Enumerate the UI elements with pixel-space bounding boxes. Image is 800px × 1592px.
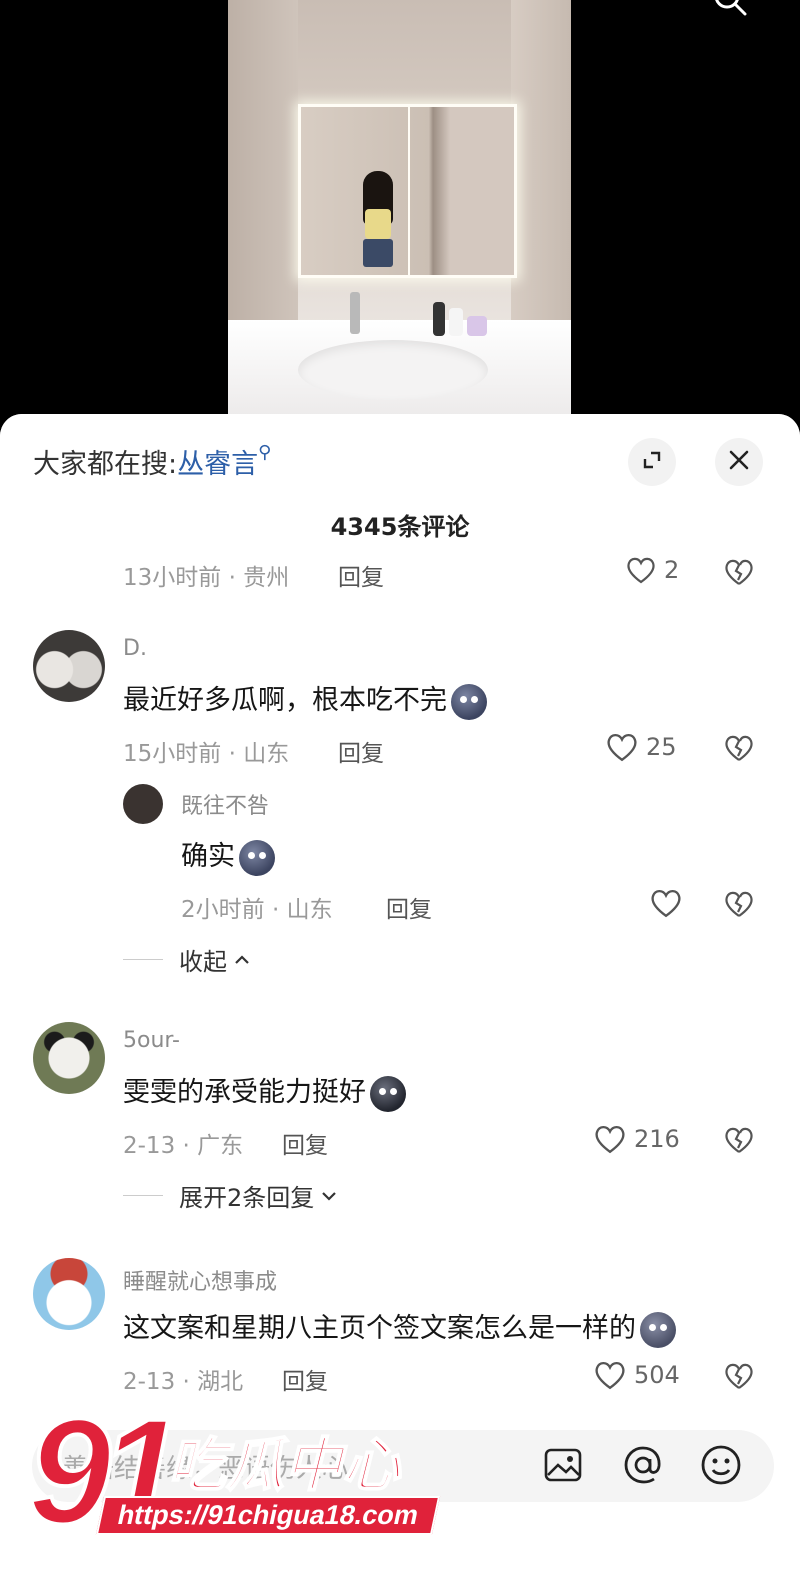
search-small-icon: ⚲ bbox=[258, 442, 272, 463]
like-button[interactable]: 216 bbox=[594, 1124, 680, 1154]
emoji-sticker bbox=[370, 1075, 406, 1112]
reply-button[interactable]: 回复 bbox=[386, 890, 432, 924]
comment-text: 这文案和星期八主页个签文案怎么是一样的 bbox=[123, 1306, 676, 1348]
collapse-button[interactable] bbox=[628, 438, 676, 486]
avatar[interactable] bbox=[33, 630, 105, 702]
comment-meta: 2-13 · 广东 bbox=[123, 1133, 244, 1159]
person-figure bbox=[355, 169, 401, 269]
dislike-button[interactable] bbox=[724, 1126, 754, 1158]
heart-icon bbox=[627, 557, 655, 584]
dislike-button[interactable] bbox=[724, 558, 754, 590]
heart-icon bbox=[607, 733, 637, 762]
sheet-header: 大家都在搜:丛睿言⚲ 4345条评论 bbox=[0, 414, 800, 554]
emoji-button[interactable] bbox=[698, 1442, 744, 1488]
broken-heart-icon bbox=[725, 1363, 753, 1389]
heart-icon bbox=[651, 889, 681, 918]
watermark-url: https://91chigua18.com bbox=[95, 1496, 441, 1535]
like-count: 2 bbox=[664, 556, 680, 584]
chevron-up-icon bbox=[235, 954, 249, 964]
trending-prefix: 大家都在搜: bbox=[33, 449, 178, 480]
expand-replies-button[interactable]: 展开2条回复 bbox=[123, 1178, 338, 1213]
broken-heart-icon bbox=[725, 891, 753, 917]
dislike-button[interactable] bbox=[724, 890, 754, 922]
comment-text: 雯雯的承受能力挺好 bbox=[123, 1070, 406, 1112]
image-button[interactable] bbox=[540, 1442, 586, 1488]
like-count: 504 bbox=[634, 1361, 680, 1389]
avatar[interactable] bbox=[33, 1022, 105, 1094]
heart-icon bbox=[595, 1125, 625, 1154]
video-frame bbox=[228, 0, 571, 420]
heart-icon bbox=[595, 1361, 625, 1390]
emoji-sticker bbox=[640, 1311, 676, 1348]
watermark-name: 吃瓜中心 bbox=[167, 1430, 401, 1500]
trending-search[interactable]: 大家都在搜:丛睿言⚲ bbox=[33, 442, 271, 481]
comment-username[interactable]: 5our- bbox=[123, 1028, 180, 1053]
image-icon bbox=[544, 1448, 582, 1482]
comment-count-title: 4345条评论 bbox=[330, 513, 470, 541]
comment-meta: 13小时前 · 贵州 bbox=[123, 565, 290, 591]
search-icon[interactable] bbox=[713, 0, 747, 16]
reply-username[interactable]: 既往不咎 bbox=[181, 788, 269, 820]
like-button[interactable] bbox=[650, 888, 682, 918]
dislike-button[interactable] bbox=[724, 734, 754, 766]
chevron-down-icon bbox=[322, 1191, 337, 1201]
basin bbox=[298, 340, 488, 400]
dislike-button[interactable] bbox=[724, 1362, 754, 1394]
comment-username[interactable]: 睡醒就心想事成 bbox=[123, 1264, 277, 1296]
comment-username[interactable]: D. bbox=[123, 636, 147, 661]
watermark-logo: 91 吃瓜中心 https://91chigua18.com bbox=[26, 1394, 448, 1566]
emoji-sticker bbox=[239, 839, 275, 876]
reply-button[interactable]: 回复 bbox=[282, 1362, 328, 1396]
reply-button[interactable]: 回复 bbox=[338, 734, 384, 768]
like-button[interactable]: 504 bbox=[594, 1360, 680, 1390]
like-button[interactable]: 25 bbox=[606, 732, 677, 762]
collapse-icon bbox=[641, 449, 663, 475]
avatar[interactable] bbox=[33, 1258, 105, 1330]
reply-text: 确实 bbox=[181, 834, 275, 876]
broken-heart-icon bbox=[725, 559, 753, 585]
faucet bbox=[350, 292, 360, 334]
mirror bbox=[298, 104, 517, 278]
broken-heart-icon bbox=[725, 735, 753, 761]
at-icon bbox=[624, 1446, 661, 1484]
comment-list[interactable]: 13小时前 · 贵州 回复 2 D. 最近好多瓜啊，根本吃不完 15小时前 · … bbox=[0, 554, 800, 1414]
reply-button[interactable]: 回复 bbox=[282, 1126, 328, 1160]
like-button[interactable]: 2 bbox=[626, 556, 679, 584]
broken-heart-icon bbox=[725, 1127, 753, 1153]
like-count: 216 bbox=[634, 1125, 680, 1153]
emoji-icon bbox=[701, 1445, 741, 1485]
comment-text: 最近好多瓜啊，根本吃不完 bbox=[123, 678, 487, 720]
video-player[interactable] bbox=[0, 0, 800, 420]
like-count: 25 bbox=[646, 733, 677, 761]
close-icon bbox=[728, 449, 750, 475]
mention-button[interactable] bbox=[620, 1442, 666, 1488]
reply-meta: 2小时前 · 山东 bbox=[181, 897, 333, 923]
reply-avatar[interactable] bbox=[123, 784, 163, 824]
comment-meta: 15小时前 · 山东 bbox=[123, 741, 290, 767]
collapse-replies-button[interactable]: 收起 bbox=[123, 942, 251, 977]
trending-keyword[interactable]: 丛睿言 bbox=[177, 449, 258, 480]
toiletries bbox=[433, 296, 493, 336]
emoji-sticker bbox=[451, 683, 487, 720]
close-button[interactable] bbox=[715, 438, 763, 486]
reply-button[interactable]: 回复 bbox=[338, 558, 384, 592]
